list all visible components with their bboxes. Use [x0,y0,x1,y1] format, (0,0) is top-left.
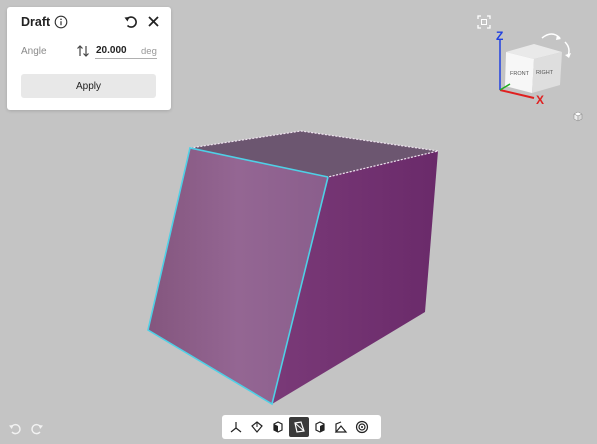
close-icon[interactable] [146,14,161,29]
render-mode-icon[interactable] [352,417,372,437]
perspective-view-icon[interactable] [331,417,351,437]
home-view-icon[interactable] [571,109,585,123]
angle-unit-label: deg [141,46,157,57]
box-view-icon[interactable] [247,417,267,437]
axis-y-line [499,83,511,91]
history-controls [8,421,44,435]
apply-button[interactable]: Apply [21,74,156,98]
view-toolbar [222,415,381,439]
undo-icon[interactable] [8,421,22,435]
view-cube[interactable]: Z X FRONT RIGHT [496,29,571,107]
fit-view-icon[interactable] [477,15,491,29]
drafted-solid[interactable] [147,130,439,406]
reset-icon[interactable] [123,14,138,29]
section-view-icon[interactable] [310,417,330,437]
axis-x-label: X [536,93,544,107]
info-icon[interactable] [54,15,68,29]
draft-panel: Draft Angle deg Apply [7,7,171,110]
cube-right-label[interactable]: RIGHT [536,70,554,76]
axis-triad-icon[interactable] [226,417,246,437]
redo-icon[interactable] [30,421,44,435]
wireframe-view-icon[interactable] [268,417,288,437]
axis-z-label: Z [496,29,503,43]
panel-title: Draft [21,15,51,29]
shaded-view-icon[interactable] [289,417,309,437]
angle-label: Angle [21,46,47,57]
swap-arrows-icon[interactable] [76,44,90,58]
cube-front-label[interactable]: FRONT [510,71,530,77]
